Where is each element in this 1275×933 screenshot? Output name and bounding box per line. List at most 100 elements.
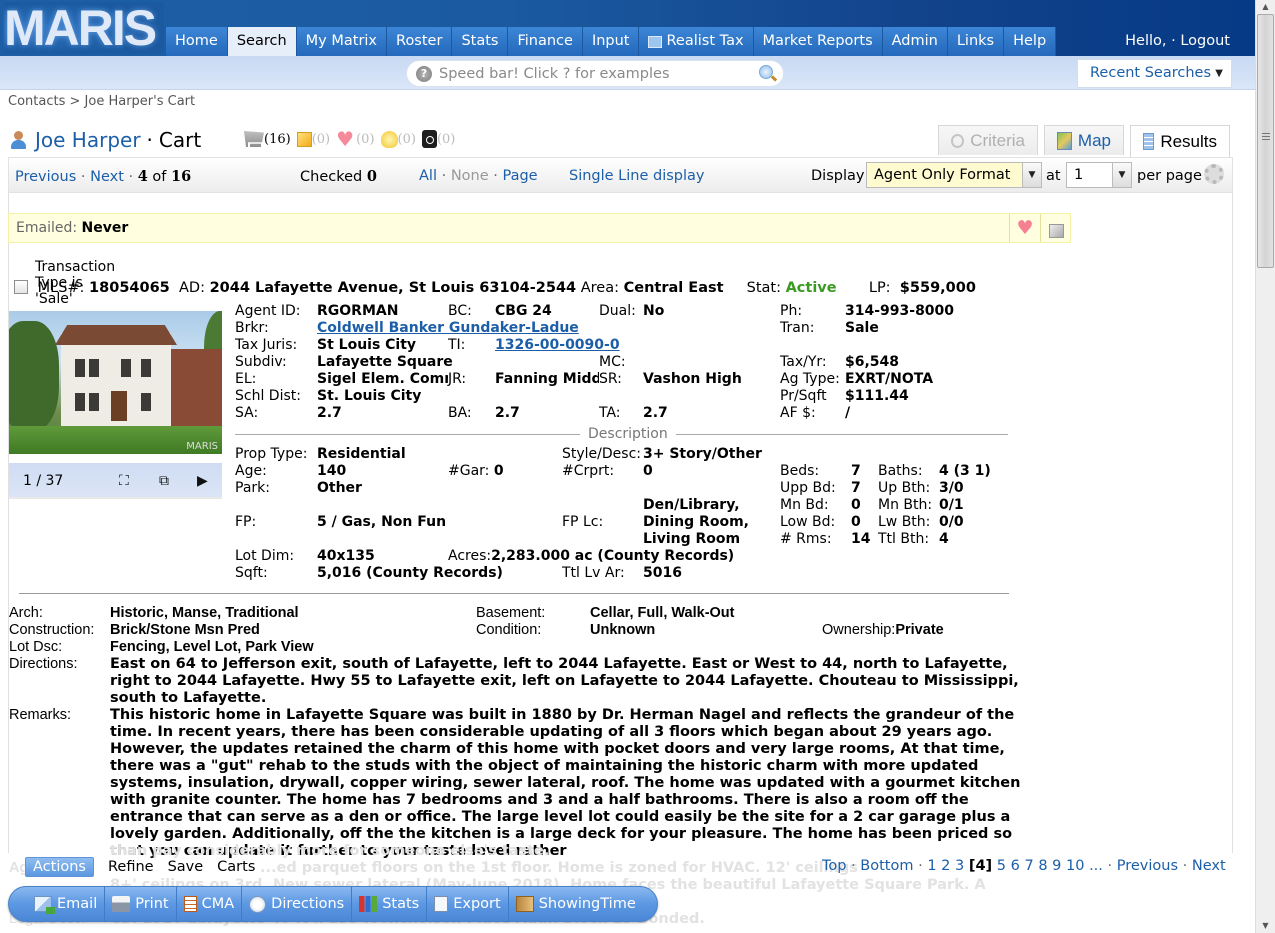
field-label: Mn Bth: (878, 497, 933, 513)
play-icon[interactable]: ▶ (197, 463, 208, 499)
cma-button[interactable]: CMA (177, 886, 243, 922)
button-label: Export (453, 896, 501, 912)
next-link[interactable]: Next (90, 169, 124, 185)
recent-searches-dropdown[interactable]: Recent Searches ▼ (1077, 59, 1232, 88)
nav-tab-my-matrix[interactable]: My Matrix (296, 27, 388, 56)
heart-icon[interactable]: ♥ (1009, 214, 1040, 242)
field-label: Ownership: (822, 622, 896, 638)
nav-tab-input[interactable]: Input (582, 27, 640, 56)
nav-tab-roster[interactable]: Roster (387, 27, 453, 56)
field-value: 0/0 (939, 514, 964, 530)
maris-logo[interactable]: MARIS (4, 2, 164, 54)
breadcrumb-separator: > (69, 94, 81, 109)
print-button[interactable]: Print (105, 886, 177, 922)
per-page-select[interactable]: 1 ▼ (1066, 162, 1132, 188)
nav-tab-label: Roster (396, 33, 443, 49)
page-link[interactable]: 1 (927, 858, 936, 874)
vertical-scrollbar[interactable]: ▲ ▼ (1255, 0, 1275, 933)
nav-tab-search[interactable]: Search (227, 27, 297, 56)
nav-tab-stats[interactable]: Stats (452, 27, 509, 56)
popout-window-icon[interactable]: ⧉ (159, 463, 169, 499)
tab-criteria[interactable]: Criteria (938, 125, 1038, 155)
tax-id-link[interactable]: 1326-00-0090-0 (495, 337, 620, 353)
nav-tab-label: Finance (517, 33, 573, 49)
listing-photo[interactable]: MARIS (9, 311, 222, 454)
tab-map[interactable]: Map (1044, 125, 1124, 155)
page-link[interactable]: 8 (1038, 858, 1047, 874)
record-navigation: Previous · Next · 4 of 16 (15, 168, 192, 185)
nav-tab-admin[interactable]: Admin (882, 27, 948, 56)
chevron-down-icon: ▼ (1022, 163, 1041, 187)
page-link[interactable]: 6 (1011, 858, 1020, 874)
nav-tab-realist-tax[interactable]: Realist Tax (639, 27, 754, 56)
fullscreen-icon[interactable]: ⛶ (119, 463, 129, 499)
previous-page-link[interactable]: Previous (1117, 858, 1178, 874)
contact-name-link[interactable]: Joe Harper (35, 128, 141, 152)
search-icon[interactable] (759, 65, 773, 79)
gear-icon[interactable] (1204, 164, 1224, 184)
page-link[interactable]: 3 (955, 858, 964, 874)
speed-bar-input[interactable]: ? Speed bar! Click ? for examples (406, 60, 784, 87)
nav-tab-help[interactable]: Help (1004, 27, 1057, 56)
nav-tab-market-reports[interactable]: Market Reports (753, 27, 883, 56)
refine-tab[interactable]: Refine (108, 859, 154, 875)
broker-link[interactable]: Coldwell Banker Gundaker-Ladue (317, 320, 579, 336)
photo-watermark: MARIS (186, 441, 218, 452)
page-link[interactable]: 2 (941, 858, 950, 874)
note-counter[interactable]: (0) (296, 131, 330, 147)
display-format-select[interactable]: Agent Only Format ▼ (866, 162, 1042, 188)
possibility-counter[interactable]: (0) (380, 130, 416, 148)
check-all-link[interactable]: All (419, 168, 437, 184)
showingtime-button[interactable]: ShowingTime (509, 886, 643, 922)
page-link[interactable]: 10 (1066, 858, 1084, 874)
compass-icon (249, 895, 267, 913)
listing-address: 2044 Lafayette Avenue, St Louis 63104-25… (209, 280, 577, 296)
top-link[interactable]: Top (822, 858, 846, 874)
field-label: Ph: (780, 303, 803, 319)
tab-results[interactable]: Results (1130, 125, 1230, 157)
field-value: Cellar, Full, Walk-Out (590, 605, 735, 621)
page-link[interactable]: 5 (997, 858, 1006, 874)
help-question-icon[interactable]: ? (416, 65, 432, 82)
directions-text: East on 64 to Jefferson exit, south of L… (110, 656, 1019, 706)
email-button[interactable]: Email (27, 886, 106, 922)
logout-link[interactable]: Logout (1180, 33, 1230, 49)
next-page-link[interactable]: Next (1192, 858, 1226, 874)
scroll-up-arrow-icon[interactable]: ▲ (1256, 0, 1275, 14)
bottom-link[interactable]: Bottom (860, 858, 913, 874)
notebook-icon (183, 896, 197, 912)
actions-tab[interactable]: Actions (25, 857, 94, 877)
page-link[interactable]: 9 (1052, 858, 1061, 874)
counter-value: (0) (436, 131, 456, 147)
check-none-link[interactable]: None (451, 168, 489, 184)
nav-tab-links[interactable]: Links (947, 27, 1005, 56)
export-button[interactable]: Export (427, 886, 509, 922)
more-pages-link[interactable]: ... (1089, 858, 1103, 874)
field-label: TA: (599, 405, 621, 421)
page-link[interactable]: 7 (1024, 858, 1033, 874)
scrollbar-thumb[interactable] (1257, 14, 1274, 268)
field-label: Baths: (878, 463, 923, 479)
cart-counter[interactable]: (16) (244, 131, 291, 147)
field-value: Brick/Stone Msn Pred (110, 622, 260, 638)
field-value: 314-993-8000 (845, 303, 955, 319)
note-icon[interactable] (1040, 214, 1071, 242)
save-tab[interactable]: Save (168, 859, 204, 875)
discard-counter[interactable]: (0) (421, 130, 456, 148)
previous-link[interactable]: Previous (15, 169, 76, 185)
nav-tab-home[interactable]: Home (166, 27, 228, 56)
directions-button[interactable]: Directions (242, 886, 353, 922)
field-value: Sale (845, 320, 879, 336)
breadcrumb-contacts[interactable]: Contacts (8, 94, 65, 109)
scroll-down-arrow-icon[interactable]: ▼ (1256, 919, 1275, 933)
single-line-display-link[interactable]: Single Line display (569, 168, 705, 184)
favorite-counter[interactable]: ♥ (0) (336, 129, 374, 149)
carts-tab[interactable]: Carts (217, 859, 255, 875)
listing-checkbox[interactable] (14, 280, 28, 294)
check-page-link[interactable]: Page (502, 168, 537, 184)
nav-tab-finance[interactable]: Finance (508, 27, 583, 56)
stats-button[interactable]: Stats (352, 886, 428, 922)
status-label: Stat: (746, 280, 781, 296)
field-value: 140 (317, 463, 347, 479)
field-value: 0/1 (939, 497, 964, 513)
